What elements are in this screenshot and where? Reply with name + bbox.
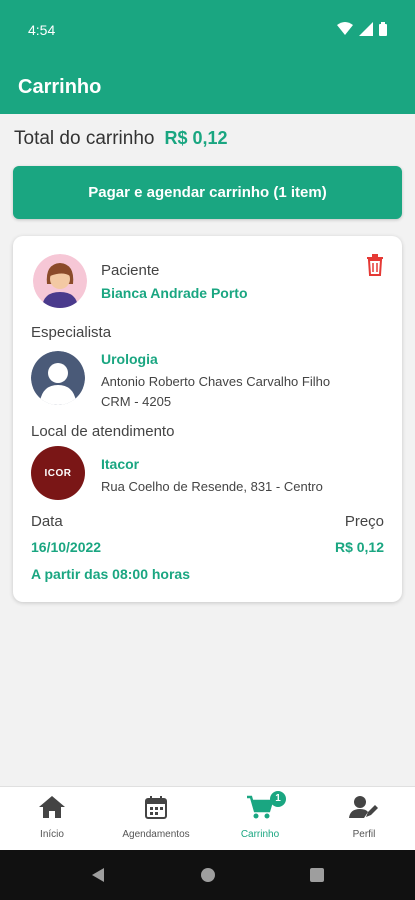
back-icon[interactable] <box>90 867 106 883</box>
status-icons <box>337 22 387 36</box>
battery-icon <box>379 22 387 36</box>
signal-icon <box>359 22 373 36</box>
cart-item-card: Paciente Bianca Andrade Porto Especialis… <box>13 236 402 602</box>
app-bar: Carrinho <box>0 62 415 114</box>
nav-item-carrinho[interactable]: 1 Carrinho <box>208 787 312 851</box>
date-label: Data <box>31 513 63 530</box>
nav-label-perfil: Perfil <box>352 829 376 840</box>
calendar-icon <box>145 796 167 819</box>
patient-avatar <box>33 254 87 308</box>
specialty-name: Urologia <box>101 351 158 367</box>
page-title: Carrinho <box>18 76 102 98</box>
cart-badge: 1 <box>270 791 286 807</box>
pay-and-schedule-button[interactable]: Pagar e agendar carrinho (1 item) <box>13 166 402 219</box>
clinic-address: Rua Coelho de Resende, 831 - Centro <box>101 479 323 494</box>
nav-item-inicio[interactable]: Início <box>0 787 104 851</box>
location-label: Local de atendimento <box>31 423 175 440</box>
home-icon <box>39 796 65 818</box>
total-label: Total do carrinho <box>14 128 155 149</box>
appointment-date: 16/10/2022 <box>31 539 102 555</box>
patient-name: Bianca Andrade Porto <box>101 285 248 301</box>
patient-label: Paciente <box>101 262 160 279</box>
delete-item-icon[interactable] <box>365 254 385 276</box>
nav-label-carrinho: Carrinho <box>240 829 280 840</box>
nav-item-agendamentos[interactable]: Agendamentos <box>104 787 208 851</box>
system-navigation-bar <box>0 850 415 900</box>
nav-item-perfil[interactable]: Perfil <box>312 787 415 851</box>
nav-label-agendamentos: Agendamentos <box>122 829 190 840</box>
recents-icon[interactable] <box>309 867 325 883</box>
doctor-name: Antonio Roberto Chaves Carvalho Filho <box>101 374 331 389</box>
status-time: 4:54 <box>28 22 56 38</box>
wifi-icon <box>337 22 353 35</box>
cart-total: Total do carrinho R$ 0,12 <box>14 128 228 150</box>
doctor-crm: CRM - 4205 <box>101 394 172 409</box>
doctor-avatar <box>31 351 85 405</box>
clinic-logo-text: ICOR <box>44 467 72 479</box>
appointment-price: R$ 0,12 <box>334 539 384 555</box>
bottom-navigation: Início Agendamentos 1 Carrinho Perfil <box>0 786 415 850</box>
status-bar: 4:54 <box>0 0 415 62</box>
specialist-label: Especialista <box>31 324 112 341</box>
profile-edit-icon <box>349 796 378 818</box>
clinic-logo: ICOR <box>31 446 85 500</box>
total-value: R$ 0,12 <box>164 128 228 148</box>
nav-label-inicio: Início <box>40 829 64 840</box>
home-button-icon[interactable] <box>200 867 216 883</box>
clinic-name: Itacor <box>101 456 140 472</box>
appointment-time-note: A partir das 08:00 horas <box>31 566 190 582</box>
price-label: Preço <box>344 513 384 530</box>
